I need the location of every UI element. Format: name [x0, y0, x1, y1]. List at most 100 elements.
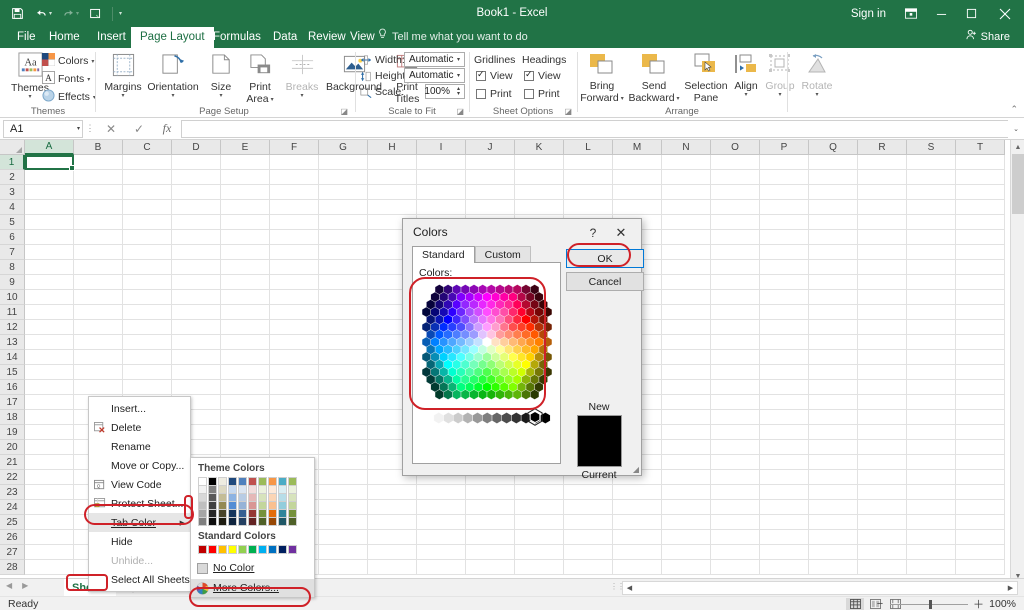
cell-T16[interactable] — [956, 380, 1005, 395]
cell-A11[interactable] — [25, 305, 74, 320]
cell-A10[interactable] — [25, 290, 74, 305]
cell-N20[interactable] — [662, 440, 711, 455]
cell-D4[interactable] — [172, 200, 221, 215]
cell-N13[interactable] — [662, 335, 711, 350]
standard-swatch-5[interactable] — [248, 545, 257, 554]
confirm-entry-icon[interactable]: ✓ — [125, 122, 153, 136]
cell-E18[interactable] — [221, 410, 270, 425]
cell-S2[interactable] — [907, 170, 956, 185]
cell-Q10[interactable] — [809, 290, 858, 305]
cell-P17[interactable] — [760, 395, 809, 410]
height-select[interactable]: Automatic ▾ — [404, 68, 465, 83]
column-header-L[interactable]: L — [564, 140, 613, 155]
cell-R22[interactable] — [858, 470, 907, 485]
cell-O26[interactable] — [711, 530, 760, 545]
cell-Q14[interactable] — [809, 350, 858, 365]
cell-H3[interactable] — [368, 185, 417, 200]
row-header-14[interactable]: 14 — [0, 350, 25, 365]
cell-A9[interactable] — [25, 275, 74, 290]
cell-N7[interactable] — [662, 245, 711, 260]
cell-Q3[interactable] — [809, 185, 858, 200]
cell-M23[interactable] — [613, 485, 662, 500]
theme-swatch-6-1[interactable] — [258, 486, 267, 494]
column-header-O[interactable]: O — [711, 140, 760, 155]
cell-A18[interactable] — [25, 410, 74, 425]
cell-P2[interactable] — [760, 170, 809, 185]
checkbox-icon[interactable] — [524, 69, 534, 81]
cell-M25[interactable] — [613, 515, 662, 530]
selection-pane-button[interactable]: Selection Pane — [682, 53, 730, 104]
sheet-nav-arrows[interactable]: ◀ ▶ — [6, 581, 28, 590]
cell-K4[interactable] — [515, 200, 564, 215]
cell-Q15[interactable] — [809, 365, 858, 380]
formula-bar-handle[interactable]: ⋮ — [83, 123, 97, 134]
theme-swatch-0-3[interactable] — [198, 502, 207, 510]
cell-E19[interactable] — [221, 425, 270, 440]
theme-swatch-1-0[interactable] — [208, 477, 217, 486]
cell-Q25[interactable] — [809, 515, 858, 530]
cell-O25[interactable] — [711, 515, 760, 530]
sheet-prev-icon[interactable]: ◀ — [6, 581, 12, 590]
cell-J28[interactable] — [466, 560, 515, 575]
cell-B6[interactable] — [74, 230, 123, 245]
cell-Q9[interactable] — [809, 275, 858, 290]
cell-P27[interactable] — [760, 545, 809, 560]
standard-swatch-6[interactable] — [258, 545, 267, 554]
cell-K28[interactable] — [515, 560, 564, 575]
cell-R9[interactable] — [858, 275, 907, 290]
cell-O8[interactable] — [711, 260, 760, 275]
cell-S16[interactable] — [907, 380, 956, 395]
cell-L26[interactable] — [564, 530, 613, 545]
tab-page-layout[interactable]: Page Layout — [131, 27, 214, 48]
cell-G17[interactable] — [319, 395, 368, 410]
dialog-close-button[interactable]: ✕ — [609, 223, 633, 243]
cell-T5[interactable] — [956, 215, 1005, 230]
theme-swatch-4-1[interactable] — [238, 486, 247, 494]
close-button[interactable] — [986, 0, 1024, 27]
cell-N18[interactable] — [662, 410, 711, 425]
cell-M28[interactable] — [613, 560, 662, 575]
row-header-19[interactable]: 19 — [0, 425, 25, 440]
cell-T4[interactable] — [956, 200, 1005, 215]
cell-M24[interactable] — [613, 500, 662, 515]
cell-G21[interactable] — [319, 455, 368, 470]
cell-L24[interactable] — [564, 500, 613, 515]
cell-Q26[interactable] — [809, 530, 858, 545]
theme-swatch-1-5[interactable] — [208, 518, 217, 526]
cell-E8[interactable] — [221, 260, 270, 275]
cell-R10[interactable] — [858, 290, 907, 305]
cell-I26[interactable] — [417, 530, 466, 545]
cell-O10[interactable] — [711, 290, 760, 305]
column-header-N[interactable]: N — [662, 140, 711, 155]
cell-G28[interactable] — [319, 560, 368, 575]
theme-swatch-8-0[interactable] — [278, 477, 287, 486]
theme-swatch-7-5[interactable] — [268, 518, 277, 526]
cell-K26[interactable] — [515, 530, 564, 545]
column-header-P[interactable]: P — [760, 140, 809, 155]
cell-F18[interactable] — [270, 410, 319, 425]
theme-swatch-7-0[interactable] — [268, 477, 277, 486]
tab-home[interactable]: Home — [40, 27, 89, 48]
cell-N11[interactable] — [662, 305, 711, 320]
cell-S19[interactable] — [907, 425, 956, 440]
cell-P21[interactable] — [760, 455, 809, 470]
cell-T14[interactable] — [956, 350, 1005, 365]
grayscale-hexagon-7[interactable] — [491, 412, 502, 424]
cell-A16[interactable] — [25, 380, 74, 395]
cell-F10[interactable] — [270, 290, 319, 305]
cell-O27[interactable] — [711, 545, 760, 560]
headings-print-checkbox[interactable]: Print — [524, 88, 560, 100]
cell-Q18[interactable] — [809, 410, 858, 425]
standard-swatch-4[interactable] — [238, 545, 247, 554]
cell-P11[interactable] — [760, 305, 809, 320]
cell-N8[interactable] — [662, 260, 711, 275]
row-header-21[interactable]: 21 — [0, 455, 25, 470]
share-button[interactable]: Share — [958, 29, 1018, 46]
cancel-button[interactable]: Cancel — [566, 272, 644, 291]
cell-B4[interactable] — [74, 200, 123, 215]
cell-D1[interactable] — [172, 155, 221, 170]
cell-D9[interactable] — [172, 275, 221, 290]
cancel-entry-icon[interactable]: ✕ — [97, 122, 125, 136]
cell-O11[interactable] — [711, 305, 760, 320]
cell-N27[interactable] — [662, 545, 711, 560]
